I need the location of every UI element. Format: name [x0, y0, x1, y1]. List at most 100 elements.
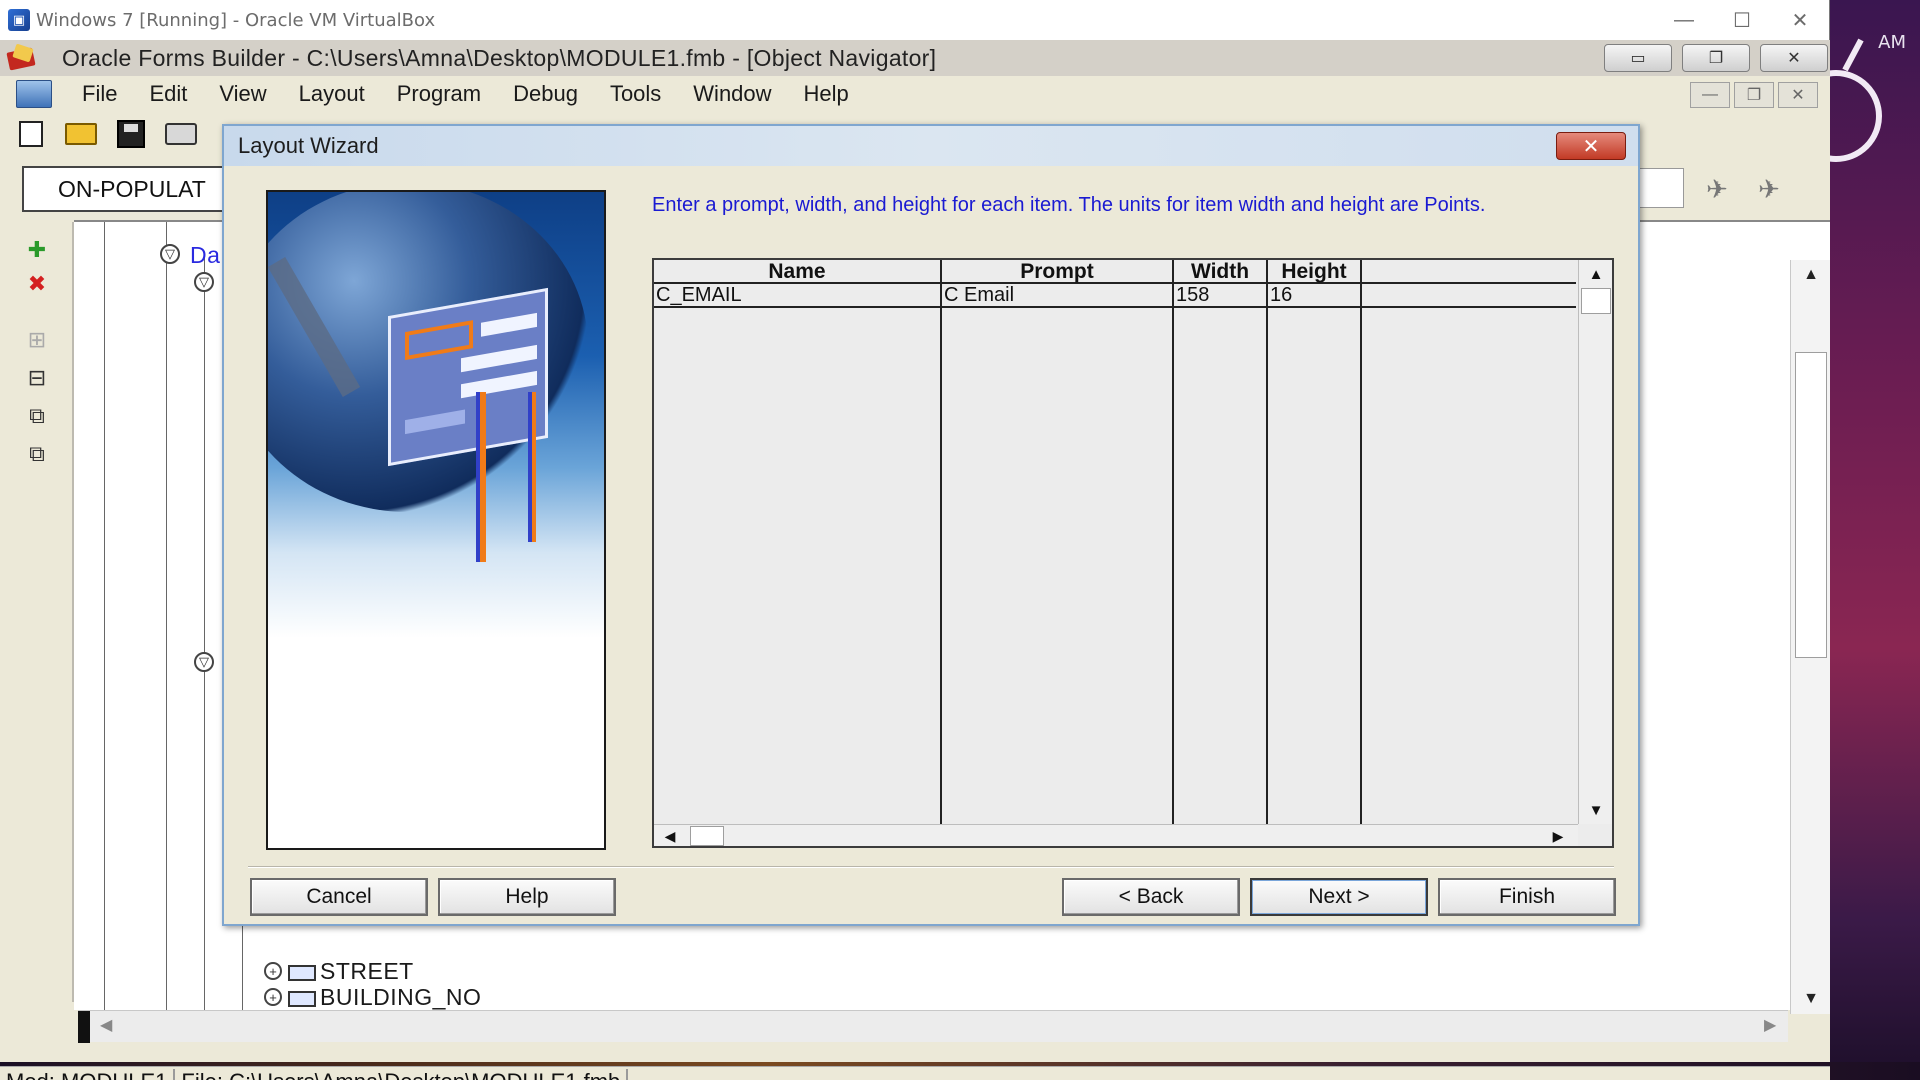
delete-icon[interactable]: ✖ [18, 268, 56, 300]
menu-view[interactable]: View [203, 81, 282, 107]
virtualbox-title: Windows 7 [Running] - Oracle VM VirtualB… [36, 9, 436, 31]
virtualbox-titlebar[interactable]: ▣ Windows 7 [Running] - Oracle VM Virtua… [0, 0, 1829, 40]
item-field-icon [288, 990, 316, 1007]
scroll-thumb[interactable] [1795, 352, 1827, 658]
menu-window[interactable]: Window [677, 81, 787, 107]
tree-collapse-node[interactable]: ▽ [194, 652, 214, 672]
grid-scroll-left-icon[interactable]: ◀ [654, 825, 686, 847]
navigator-side-toolbar: ✚ ✖ ⊞ ⊟ ⧉ ⧉ [0, 222, 74, 1002]
wizard-titlebar[interactable]: Layout Wizard [224, 126, 1638, 166]
column-divider [1172, 260, 1174, 824]
column-header-empty [1362, 260, 1576, 284]
fb-close-button[interactable]: ✕ [1760, 44, 1828, 72]
tree-collapse-node[interactable]: ▽ [194, 272, 214, 292]
navigator-menu-icon[interactable] [16, 80, 52, 108]
column-header-width: Width [1174, 260, 1268, 284]
menu-debug[interactable]: Debug [497, 81, 594, 107]
tree-line [166, 222, 167, 1012]
layout-wizard-dialog: Layout Wizard ✕ Enter a prompt, width, a… [222, 124, 1640, 926]
search-forward-icon[interactable]: ✈ [1758, 174, 1798, 206]
tree-line [204, 252, 205, 1012]
collapse-icon[interactable]: ⊟ [18, 362, 56, 394]
cancel-button[interactable]: Cancel [250, 878, 428, 916]
menu-edit[interactable]: Edit [133, 81, 203, 107]
wizard-illustration [266, 190, 606, 850]
wizard-title: Layout Wizard [238, 133, 379, 158]
virtualbox-window-controls: — ☐ ✕ [1655, 0, 1829, 40]
virtualbox-icon: ▣ [8, 9, 30, 31]
menu-program[interactable]: Program [381, 81, 497, 107]
tree-collapse-node[interactable]: ▽ [160, 244, 180, 264]
status-module: Mod: MODULE1 [0, 1068, 176, 1080]
nav-restore-button[interactable]: ❐ [1734, 82, 1774, 108]
nav-minimize-button[interactable]: — [1690, 82, 1730, 108]
menu-layout[interactable]: Layout [283, 81, 381, 107]
navigator-vertical-scrollbar[interactable]: ▲ ▼ [1790, 260, 1830, 1014]
item-grid: Name Prompt Width Height C_EMAIL C Email… [652, 258, 1614, 848]
search-backward-icon[interactable]: ✈ [1706, 174, 1746, 206]
column-header-height: Height [1268, 260, 1362, 284]
status-bar: Mod: MODULE1 File: C:\Users\Amna\Desktop… [0, 1066, 1830, 1080]
tree-item-data-blocks[interactable]: Da [190, 242, 220, 269]
open-folder-icon[interactable] [64, 119, 98, 149]
collapse-all-icon[interactable]: ⧉ [18, 438, 56, 470]
menu-tools[interactable]: Tools [594, 81, 677, 107]
cell-prompt[interactable]: C Email [942, 284, 1174, 306]
create-icon[interactable]: ✚ [18, 234, 56, 266]
ruler-graphic [528, 392, 536, 542]
scroll-edge [78, 1011, 90, 1043]
minimize-button[interactable]: — [1655, 0, 1713, 40]
grid-scroll-thumb[interactable] [1581, 288, 1611, 314]
expand-all-icon[interactable]: ⧉ [18, 400, 56, 432]
tree-line [104, 222, 105, 1012]
fb-restore-button[interactable]: ❐ [1682, 44, 1750, 72]
scroll-down-icon[interactable]: ▼ [1791, 984, 1831, 1014]
forms-builder-window-controls: ▭ ❐ ✕ [1604, 44, 1828, 72]
fb-minimize-button[interactable]: ▭ [1604, 44, 1672, 72]
grid-row: C_EMAIL C Email 158 16 [654, 284, 1576, 308]
new-file-icon[interactable] [14, 119, 48, 149]
navigator-horizontal-scrollbar[interactable]: ◀ ▶ [78, 1010, 1788, 1043]
tree-item-label: STREET [320, 958, 414, 984]
grid-scroll-right-icon[interactable]: ▶ [1542, 825, 1574, 847]
help-button[interactable]: Help [438, 878, 616, 916]
grid-scroll-up-icon[interactable]: ▲ [1579, 260, 1613, 288]
grid-scroll-down-icon[interactable]: ▼ [1579, 796, 1613, 824]
menu-help[interactable]: Help [788, 81, 865, 107]
cell-height[interactable]: 16 [1268, 284, 1362, 306]
wallpaper-decoration [1842, 38, 1864, 72]
tree-expand-node[interactable]: + [264, 988, 282, 1006]
save-icon[interactable] [114, 119, 148, 149]
tree-item-building-no[interactable]: BUILDING_NO [288, 984, 481, 1011]
oracle-forms-icon [6, 43, 38, 72]
grid-horizontal-scrollbar[interactable]: ◀ ▶ [654, 824, 1578, 846]
cell-width[interactable]: 158 [1174, 284, 1268, 306]
forms-builder-titlebar[interactable]: Oracle Forms Builder - C:\Users\Amna\Des… [0, 40, 1830, 76]
nav-close-button[interactable]: ✕ [1778, 82, 1818, 108]
grid-scroll-hthumb[interactable] [690, 826, 724, 846]
menu-file[interactable]: File [66, 81, 133, 107]
maximize-button[interactable]: ☐ [1713, 0, 1771, 40]
finish-button[interactable]: Finish [1438, 878, 1616, 916]
grid-header: Name Prompt Width Height [654, 260, 1576, 284]
next-button[interactable]: Next > [1250, 878, 1428, 916]
tree-expand-node[interactable]: + [264, 962, 282, 980]
tree-item-street[interactable]: STREET [288, 958, 414, 985]
expand-icon[interactable]: ⊞ [18, 324, 56, 356]
cell-name[interactable]: C_EMAIL [654, 284, 942, 306]
column-divider [1360, 260, 1362, 824]
ruler-graphic [476, 392, 486, 562]
close-button[interactable]: ✕ [1771, 0, 1829, 40]
tree-item-label: BUILDING_NO [320, 984, 482, 1010]
back-button[interactable]: < Back [1062, 878, 1240, 916]
find-input[interactable]: ON-POPULAT [22, 166, 242, 212]
column-header-prompt: Prompt [942, 260, 1174, 284]
grid-vertical-scrollbar[interactable]: ▲ ▼ [1578, 260, 1612, 824]
scroll-right-icon[interactable]: ▶ [1764, 1015, 1776, 1035]
desktop-wallpaper: AM [1830, 0, 1920, 1080]
scroll-up-icon[interactable]: ▲ [1791, 260, 1831, 290]
wizard-close-button[interactable]: ✕ [1556, 132, 1626, 160]
scroll-left-icon[interactable]: ◀ [100, 1015, 112, 1035]
print-icon[interactable] [164, 119, 198, 149]
find-input-right[interactable] [1636, 168, 1684, 208]
